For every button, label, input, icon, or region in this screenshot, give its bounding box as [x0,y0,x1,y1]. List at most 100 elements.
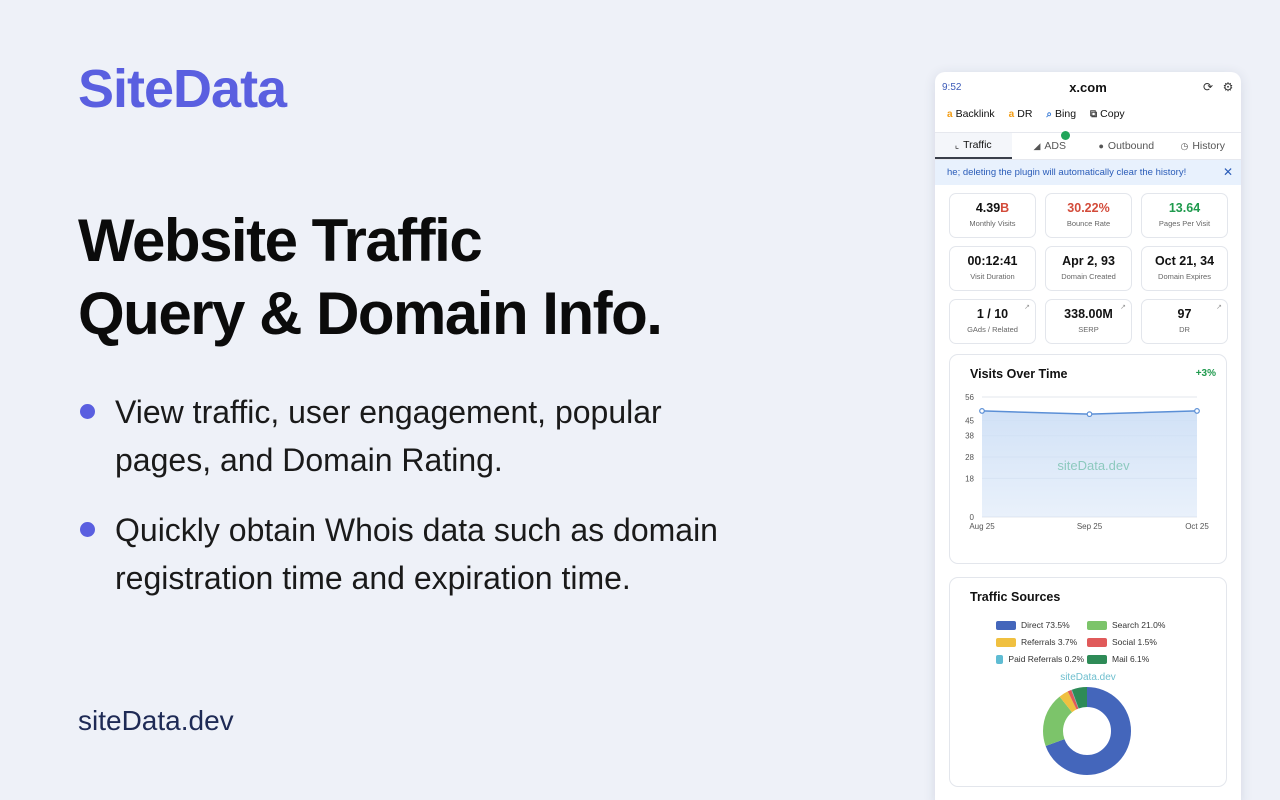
legend-label: Paid Referrals 0.2% [1008,654,1084,664]
stat-card: Oct 21, 34 Domain Expires [1141,246,1228,291]
brand-logo: SiteData [78,59,287,119]
stat-value: Oct 21, 34 [1154,254,1215,268]
stat-value: 1 / 10 [976,307,1009,321]
x-tick-label: Aug 25 [969,522,995,531]
y-tick-label: 28 [965,453,974,462]
stat-value: 00:12:41 [967,254,1018,268]
chart-legend: Direct 73.5% Search 21.0% Referrals 3.7% So… [996,620,1216,664]
y-tick-label: 45 [965,417,974,426]
quicklink-dr[interactable]: a DR [1009,106,1033,122]
stat-label: Pages Per Visit [1158,219,1211,228]
quicklink-bing[interactable]: ⌕ Bing [1046,106,1076,122]
legend-item[interactable]: Social 1.5% [1087,637,1197,647]
bullet-dot-icon [80,404,95,419]
legend-swatch [1087,637,1107,647]
stat-value: 338.00M [1064,307,1113,321]
feature-text: View traffic, user engagement, popular p… [115,394,662,478]
chart-title: Traffic Sources [970,590,1061,604]
stat-value: 97 [1177,307,1192,321]
legend-item[interactable]: Search 21.0% [1087,620,1197,630]
watermark: siteData.dev [1060,672,1116,683]
stat-label: Visit Duration [970,272,1015,281]
legend-label: Social 1.5% [1112,637,1157,647]
visits-chart: 0 18 28 38 45 56 Aug 25 Sep 25 Oct 25 siteData.de… [965,393,1209,531]
y-tick-label: 18 [965,474,974,483]
legend-swatch [996,637,1016,647]
legend-label: Direct 73.5% [1021,620,1070,630]
notice-text: he; deleting the plugin will automatical… [947,167,1187,178]
panel-topbar: 9:52 x.com ⟳ ⚙ [935,72,1241,102]
outbound-icon: ● [1098,141,1104,151]
tab-history[interactable]: ◷ History [1165,133,1242,159]
feature-item: Quickly obtain Whois data such as domain… [78,506,718,602]
ahrefs-icon: a [1008,108,1015,120]
legend-swatch [1087,620,1107,630]
feature-text: Quickly obtain Whois data such as domain… [115,512,718,596]
legend-item[interactable]: Mail 6.1% [1087,654,1197,664]
tab-bar: ⌞ Traffic ◢ ADS ● Outbound ◷ History [935,131,1242,160]
y-tick-label: 38 [965,432,974,441]
data-point [1086,411,1093,418]
legend-label: Referrals 3.7% [1021,637,1078,647]
stat-label: Bounce Rate [1066,219,1111,228]
stat-label: DR [1179,325,1190,334]
clock-icon: ◷ [1180,140,1189,151]
external-link-icon[interactable]: ↗ [1216,303,1222,311]
ads-icon: ◢ [1033,140,1041,151]
headline: Website Traffic Query & Domain Info. [78,204,758,350]
data-point [1194,408,1200,414]
quicklink-backlink[interactable]: a Backlink [947,106,995,122]
site-url: siteData.dev [78,705,234,736]
legend-item[interactable]: Direct 73.5% [996,620,1084,630]
stat-value: 4.39B [975,201,1010,215]
stat-card: Apr 2, 93 Domain Created [1045,246,1132,291]
copy-icon: ⧉ [1090,108,1098,120]
feature-item: View traffic, user engagement, popular p… [78,388,718,484]
legend-item[interactable]: Referrals 3.7% [996,637,1084,647]
external-link-icon[interactable]: ↗ [1120,303,1126,311]
stats-grid: 4.39B Monthly Visits 30.22% Bounce Rate 13.6… [935,185,1241,344]
tab-outbound[interactable]: ● Outbound [1088,133,1165,159]
stat-value: 30.22% [1067,201,1110,215]
stat-card: 13.64 Pages Per Visit [1141,193,1228,238]
legend-label: Mail 6.1% [1112,654,1150,664]
legend-item[interactable]: Paid Referrals 0.2% [996,654,1084,664]
stat-card: 30.22% Bounce Rate [1045,193,1132,238]
legend-swatch [1087,654,1107,664]
quick-links: a Backlink a DR ⌕ Bing ⧉ Copy [935,102,1241,132]
y-tick-label: 56 [965,393,974,402]
tab-ads[interactable]: ◢ ADS [1012,131,1089,159]
quicklink-copy[interactable]: ⧉ Copy [1090,106,1125,122]
x-tick-label: Oct 25 [1185,522,1209,531]
visits-chart-card: Visits Over Time +3% 0 18 28 38 45 56 Aug 25 Se… [949,354,1227,564]
chart-icon: ⌞ [954,139,960,150]
check-badge-icon [1061,131,1070,140]
watermark: siteData.dev [1057,458,1130,473]
stat-card: 1 / 10 GAds / Related ↗ [949,299,1036,344]
stat-card: 00:12:41 Visit Duration [949,246,1036,291]
feature-list: View traffic, user engagement, popular p… [78,388,718,624]
stat-value: Apr 2, 93 [1062,254,1115,268]
refresh-icon[interactable]: ⟳ [1201,80,1215,94]
notice-banner: he; deleting the plugin will automatical… [935,160,1241,185]
bullet-dot-icon [80,522,95,537]
traffic-sources-card: Traffic Sources Direct 73.5% Search 21.0%… [949,577,1227,787]
data-point [979,408,985,414]
stat-label: SERP [1078,325,1099,334]
tab-traffic[interactable]: ⌞ Traffic [935,133,1012,159]
stat-label: Monthly Visits [969,219,1016,228]
traffic-donut-chart [1043,687,1131,775]
stat-value: 13.64 [1168,201,1201,215]
stat-label: Domain Created [1061,272,1116,281]
stat-card: 338.00M SERP ↗ [1045,299,1132,344]
gear-icon[interactable]: ⚙ [1221,80,1235,94]
close-icon[interactable]: ✕ [1223,165,1233,179]
stat-label: Domain Expires [1158,272,1211,281]
x-tick-label: Sep 25 [1077,522,1103,531]
ahrefs-icon: a [947,108,953,120]
external-link-icon[interactable]: ↗ [1024,303,1030,311]
stat-card: 97 DR ↗ [1141,299,1228,344]
stat-card: 4.39B Monthly Visits [949,193,1036,238]
stat-label: GAds / Related [967,325,1018,334]
search-icon: ⌕ [1046,108,1053,120]
